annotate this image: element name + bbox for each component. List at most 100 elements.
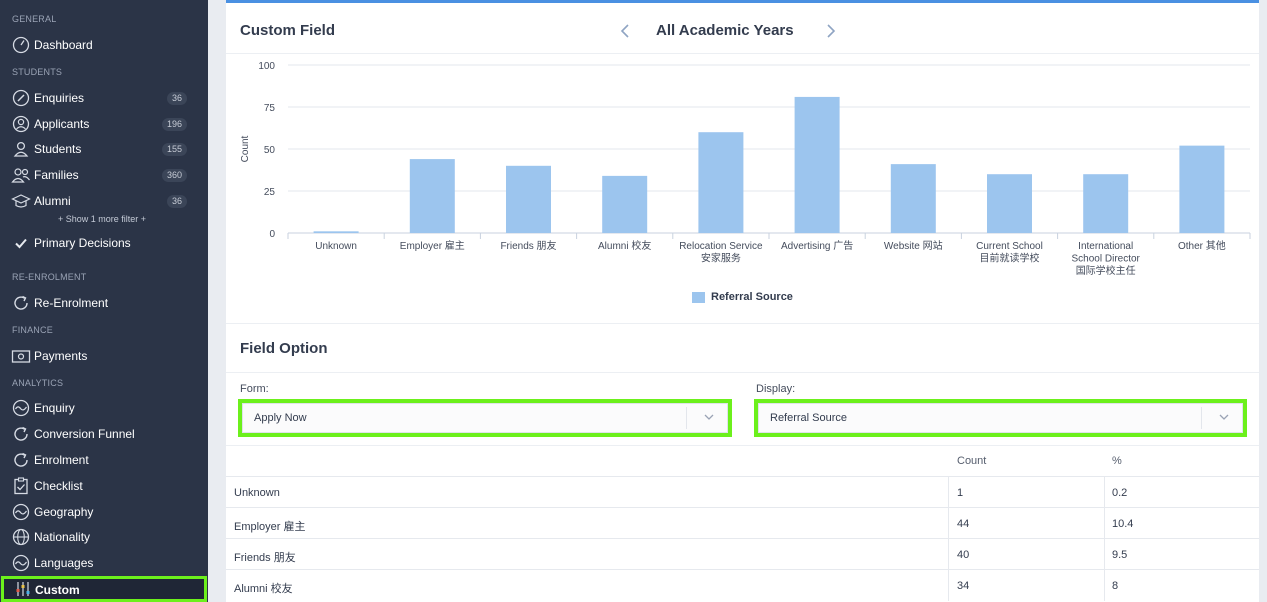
x-tick-label: 国际学校主任 bbox=[1076, 264, 1136, 277]
chart-wave-icon bbox=[11, 553, 31, 573]
sidebar-item-geography[interactable]: Geography bbox=[0, 500, 208, 524]
column-header-count[interactable]: Count bbox=[957, 455, 986, 467]
x-tick-label: Website 网站 bbox=[884, 239, 943, 252]
section-analytics: ANALYTICS bbox=[12, 378, 64, 388]
y-tick-label: 0 bbox=[269, 229, 275, 240]
sidebar-item-label: Checklist bbox=[34, 479, 83, 493]
sidebar-item-students[interactable]: Students 155 bbox=[0, 137, 208, 161]
graduation-cap-icon bbox=[11, 191, 31, 211]
sidebar-item-enrolment[interactable]: Enrolment bbox=[0, 448, 208, 472]
show-more-filter-link[interactable]: + Show 1 more filter + bbox=[58, 214, 146, 224]
sidebar-item-enquiries[interactable]: Enquiries 36 bbox=[0, 86, 208, 110]
section-reenrolment: RE-ENROLMENT bbox=[12, 272, 87, 282]
sidebar-item-label: Dashboard bbox=[34, 38, 93, 52]
section-general: GENERAL bbox=[12, 14, 57, 24]
y-tick-label: 100 bbox=[258, 61, 275, 72]
x-tick-label: Relocation Service bbox=[679, 241, 763, 252]
sidebar-item-label: Nationality bbox=[34, 530, 91, 544]
x-tick-label: International bbox=[1078, 241, 1133, 252]
sidebar-item-nationality[interactable]: Nationality bbox=[0, 525, 208, 549]
cell-name: Unknown bbox=[234, 487, 280, 499]
sidebar-item-enquiry[interactable]: Enquiry bbox=[0, 396, 208, 420]
cell-divider bbox=[1104, 477, 1105, 508]
sidebar-item-label: Geography bbox=[34, 505, 94, 519]
sidebar-item-label: Alumni bbox=[34, 194, 71, 208]
form-select[interactable]: Apply Now bbox=[238, 399, 732, 437]
cell-count: 40 bbox=[957, 549, 970, 561]
count-badge: 36 bbox=[166, 91, 187, 105]
section-students: STUDENTS bbox=[12, 67, 63, 77]
sidebar-item-label: Students bbox=[34, 142, 82, 156]
referral-source-bar-chart: 0 25 50 75 100 Count Unknown Employer 雇主 Friends… bbox=[240, 61, 1251, 277]
bar bbox=[698, 132, 744, 233]
bar bbox=[506, 165, 551, 233]
display-select-value: Referral Source bbox=[770, 412, 848, 424]
table-row: Employer 雇主 44 10.4 bbox=[226, 507, 1259, 539]
sidebar-item-conversion-funnel[interactable]: Conversion Funnel bbox=[0, 422, 208, 446]
x-tick-label: Employer 雇主 bbox=[400, 239, 465, 252]
sidebar-item-label: Payments bbox=[34, 349, 88, 363]
chart-wave-icon bbox=[11, 502, 31, 522]
bar bbox=[409, 159, 455, 233]
globe-icon bbox=[11, 527, 31, 547]
x-tick-label: 目前就读学校 bbox=[980, 252, 1040, 265]
display-label: Display: bbox=[756, 383, 796, 395]
column-header-percent[interactable]: % bbox=[1112, 455, 1122, 467]
cell-count: 44 bbox=[957, 518, 970, 530]
user-circle-icon bbox=[11, 114, 31, 134]
cell-percent: 9.5 bbox=[1112, 549, 1128, 561]
card-title: Custom Field bbox=[240, 22, 336, 39]
count-badge: 360 bbox=[161, 168, 187, 182]
bar bbox=[890, 164, 936, 233]
cell-divider bbox=[1104, 539, 1105, 570]
sidebar-item-families[interactable]: Families 360 bbox=[0, 163, 208, 187]
sidebar-item-dashboard[interactable]: Dashboard bbox=[0, 33, 208, 57]
x-tick-label: 安家服务 bbox=[701, 252, 741, 265]
bar bbox=[794, 96, 840, 233]
form-select-value: Apply Now bbox=[254, 412, 307, 424]
cell-divider bbox=[948, 539, 949, 570]
sidebar-item-checklist[interactable]: Checklist bbox=[0, 474, 208, 498]
legend-label: Referral Source bbox=[711, 291, 793, 303]
field-option-title: Field Option bbox=[240, 340, 328, 357]
sidebar-item-alumni[interactable]: Alumni 36 bbox=[0, 189, 208, 213]
x-tick-label: Unknown bbox=[315, 241, 357, 252]
dashboard-gauge-icon bbox=[11, 35, 31, 55]
sidebar-item-applicants[interactable]: Applicants 196 bbox=[0, 112, 208, 136]
table-row: Unknown 1 0.2 bbox=[226, 476, 1259, 508]
y-tick-label: 75 bbox=[264, 103, 276, 114]
sidebar-item-languages[interactable]: Languages bbox=[0, 551, 208, 575]
sidebar-item-re-enrolment[interactable]: Re-Enrolment bbox=[0, 291, 208, 315]
check-icon bbox=[11, 233, 31, 253]
x-tick-label: Other 其他 bbox=[1178, 239, 1226, 252]
divider bbox=[226, 323, 1259, 324]
sidebar-item-primary-decisions[interactable]: Primary Decisions bbox=[0, 231, 208, 255]
table-header-row: Count % bbox=[226, 445, 1259, 476]
form-label: Form: bbox=[240, 383, 269, 395]
display-select-box: Referral Source bbox=[758, 403, 1243, 433]
sidebar-item-custom[interactable]: Custom bbox=[1, 576, 207, 602]
custom-field-card: Custom Field All Academic Years 0 25 50 75 1… bbox=[226, 0, 1259, 602]
cell-percent: 8 bbox=[1112, 580, 1119, 592]
chevron-left-icon[interactable] bbox=[620, 23, 630, 44]
cell-percent: 10.4 bbox=[1112, 518, 1134, 530]
academic-year-navigator: All Academic Years bbox=[620, 20, 842, 44]
table-row: Friends 朋友 40 9.5 bbox=[226, 538, 1259, 570]
bar bbox=[313, 231, 359, 233]
cell-name: Friends 朋友 bbox=[234, 552, 296, 564]
count-badge: 196 bbox=[161, 117, 187, 131]
chart-legend[interactable]: Referral Source bbox=[692, 291, 793, 303]
sidebar: GENERAL Dashboard STUDENTS Enquiries 36 … bbox=[0, 0, 208, 602]
sidebar-item-payments[interactable]: Payments bbox=[0, 344, 208, 368]
chevron-right-icon[interactable] bbox=[826, 23, 836, 44]
select-divider bbox=[1201, 407, 1202, 429]
refresh-icon bbox=[11, 424, 31, 444]
sidebar-item-label: Enquiry bbox=[34, 401, 75, 415]
cell-percent: 0.2 bbox=[1112, 487, 1128, 499]
chevron-down-icon bbox=[703, 410, 715, 428]
count-badge: 155 bbox=[161, 142, 187, 156]
cell-name: Alumni 校友 bbox=[234, 583, 293, 595]
display-select[interactable]: Referral Source bbox=[754, 399, 1247, 437]
cell-divider bbox=[1104, 508, 1105, 539]
money-icon bbox=[11, 346, 31, 366]
